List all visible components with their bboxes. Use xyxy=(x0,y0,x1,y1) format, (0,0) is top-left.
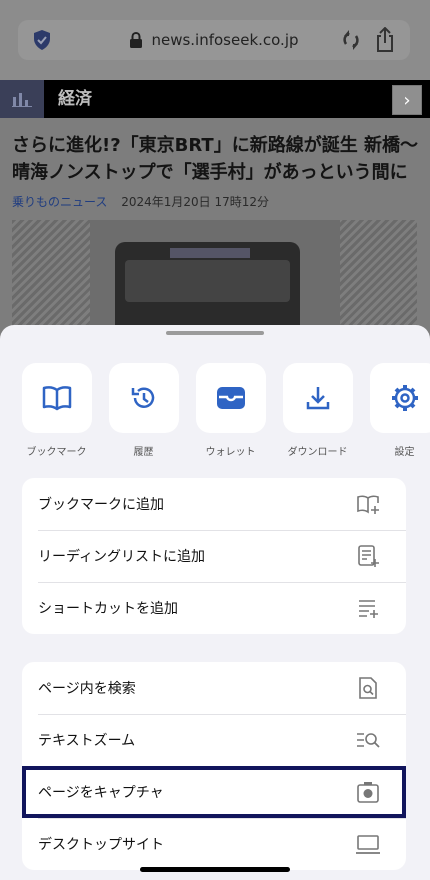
category-label: 経済 xyxy=(58,89,92,109)
history-icon xyxy=(131,387,154,408)
quick-actions: ブックマーク 履歴 ウォレット ダウンロード 設定 xyxy=(0,363,430,458)
tile-label: 設定 xyxy=(394,447,415,458)
article-date: 2024年1月20日 17時12分 xyxy=(121,195,270,209)
tile-label: ブックマーク xyxy=(26,447,87,458)
gear-icon xyxy=(391,385,418,411)
share-icon[interactable] xyxy=(374,27,396,53)
menu-item-label: テキストズーム xyxy=(38,733,136,749)
category-bar: 経済 › xyxy=(0,80,430,118)
tile-label: 履歴 xyxy=(133,447,154,458)
tile-bookmarks[interactable]: ブックマーク xyxy=(13,363,100,458)
reading-list-icon xyxy=(358,545,379,567)
url-text: news.infoseek.co.jp xyxy=(151,31,299,49)
action-sheet: ブックマーク 履歴 ウォレット ダウンロード 設定 ブックマークに追加 リーディ… xyxy=(0,325,430,880)
add-shortcut-icon xyxy=(359,600,378,618)
article-source[interactable]: 乗りものニュース xyxy=(12,195,107,209)
menu-group-page: ページ内を検索 テキストズーム ページをキャプチャ デスクトップサイト xyxy=(22,662,406,870)
camera-icon xyxy=(357,782,379,803)
menu-group-bookmarks: ブックマークに追加 リーディングリストに追加 ショートカットを追加 xyxy=(22,478,406,634)
article-photo xyxy=(12,220,417,340)
tile-label: ウォレット xyxy=(205,447,256,458)
chevron-right-icon[interactable]: › xyxy=(392,85,422,115)
tile-wallet[interactable]: ウォレット xyxy=(187,363,274,458)
menu-item-label: ページをキャプチャ xyxy=(38,785,164,801)
desktop-icon xyxy=(356,835,380,854)
browser-toolbar: news.infoseek.co.jp xyxy=(0,0,430,80)
article-headline[interactable]: さらに進化!?「東京BRT」に新路線が誕生 新橋〜晴海ノンストップで「選手村」が… xyxy=(12,132,422,186)
chart-icon xyxy=(0,80,44,118)
book-icon xyxy=(42,386,71,411)
home-indicator[interactable] xyxy=(140,867,290,872)
tile-settings[interactable]: 設定 xyxy=(361,363,430,458)
menu-item-label: ページ内を検索 xyxy=(38,681,136,697)
tile-history[interactable]: 履歴 xyxy=(100,363,187,458)
text-zoom-icon xyxy=(357,733,380,748)
menu-item-text-zoom[interactable]: テキストズーム xyxy=(22,714,406,766)
address-bar[interactable]: news.infoseek.co.jp xyxy=(18,20,410,60)
lock-icon xyxy=(130,32,143,48)
menu-item-capture-page[interactable]: ページをキャプチャ xyxy=(22,766,406,818)
reload-icon[interactable] xyxy=(340,29,362,51)
menu-item-label: ブックマークに追加 xyxy=(38,497,164,513)
find-in-page-icon xyxy=(359,677,377,699)
menu-item-reading-list[interactable]: リーディングリストに追加 xyxy=(22,530,406,582)
download-icon xyxy=(306,387,329,410)
tile-label: ダウンロード xyxy=(287,447,348,458)
wallet-icon xyxy=(216,387,245,409)
menu-item-find-in-page[interactable]: ページ内を検索 xyxy=(22,662,406,714)
menu-item-label: ショートカットを追加 xyxy=(38,601,178,617)
menu-item-add-bookmark[interactable]: ブックマークに追加 xyxy=(22,478,406,530)
sheet-grabber[interactable] xyxy=(166,331,264,335)
article-meta: 乗りものニュース 2024年1月20日 17時12分 xyxy=(12,193,269,210)
menu-item-add-shortcut[interactable]: ショートカットを追加 xyxy=(22,582,406,634)
menu-item-desktop-site[interactable]: デスクトップサイト xyxy=(22,818,406,870)
add-bookmark-icon xyxy=(357,495,379,514)
tile-downloads[interactable]: ダウンロード xyxy=(274,363,361,458)
menu-item-label: デスクトップサイト xyxy=(38,837,164,853)
menu-item-label: リーディングリストに追加 xyxy=(38,549,206,565)
